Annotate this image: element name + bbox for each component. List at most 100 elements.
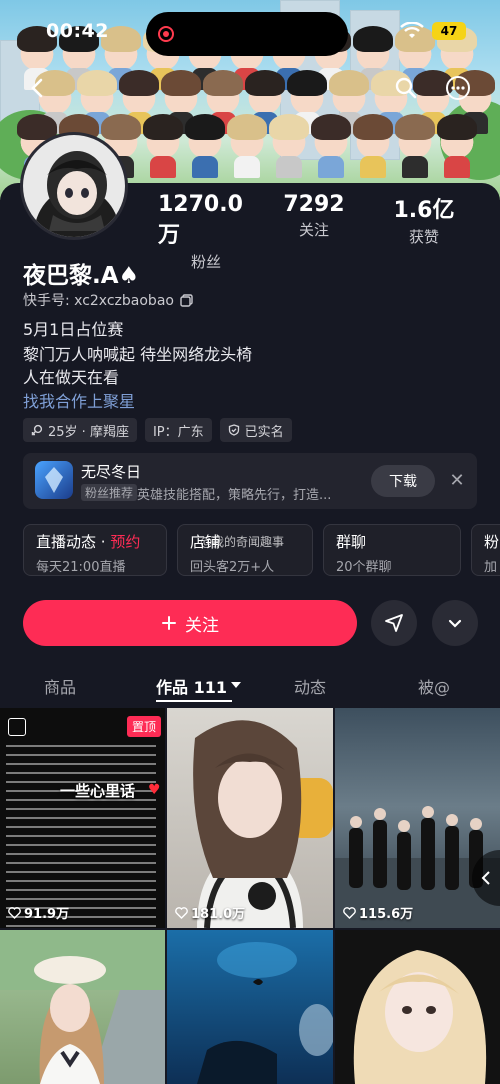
stat-likes[interactable]: 1.6亿 获赞 <box>384 192 464 247</box>
tag-label: 已实名 <box>244 424 284 440</box>
profile-tags: 25岁 · 摩羯座 IP：广东 已实名 <box>23 418 292 442</box>
blonde-portrait-image <box>353 950 487 1084</box>
cartoon-character <box>287 70 327 134</box>
card-title: 直播动态 · <box>36 533 111 551</box>
group-photo-image <box>335 806 500 928</box>
cartoon-character <box>329 70 369 134</box>
card-title: 群聊 <box>336 533 367 551</box>
heart-emoji-icon: ♥ <box>148 782 161 798</box>
cartoon-character <box>77 70 117 134</box>
stat-value: 1.6亿 <box>393 198 455 223</box>
record-icon <box>158 26 174 42</box>
tag-label: 25岁 · 摩羯座 <box>48 424 129 440</box>
heart-icon <box>8 906 21 919</box>
tab-mentions[interactable]: 被@ <box>418 674 450 698</box>
card-subtitle: 加 <box>484 560 498 575</box>
card-subtitle: 回头客2万+人 <box>190 560 275 575</box>
tab-moments[interactable]: 动态 <box>294 674 326 698</box>
copy-icon[interactable] <box>180 293 193 307</box>
more-dots-icon <box>446 76 470 100</box>
game-icon <box>35 461 73 499</box>
stat-value: 1270.0万 <box>158 192 243 248</box>
feature-cards: 直播动态 · 预约 每天21:00直播 店铺 回头客2万+人 群聊 20个群聊 … <box>23 524 500 576</box>
image-post-icon <box>8 718 26 736</box>
wifi-icon <box>400 22 424 38</box>
like-value: 181.0万 <box>191 907 246 922</box>
avatar[interactable] <box>20 132 128 240</box>
tab-products[interactable]: 商品 <box>44 674 76 698</box>
grid-item-3[interactable]: 115.6万 <box>335 708 500 928</box>
pinned-badge: 置顶 <box>126 716 161 737</box>
card-live[interactable]: 直播动态 · 预约 每天21:00直播 <box>23 524 167 576</box>
bio-line: 人在做天在看 <box>23 368 120 387</box>
like-count: 115.6万 <box>343 903 413 922</box>
stat-label: 获赞 <box>408 228 439 246</box>
message-button[interactable] <box>371 600 417 646</box>
profile-name: 夜巴黎.A♠ <box>23 263 140 289</box>
post-overlay-title: 一些心里话 <box>60 782 136 800</box>
portrait-image <box>193 720 333 928</box>
grid-item-2[interactable]: 181.0万 <box>167 708 333 928</box>
tab-indicator <box>156 700 232 702</box>
back-button[interactable] <box>20 70 56 106</box>
tag-label: IP：广东 <box>152 424 204 440</box>
user-id-text: 快手号: xc2xczbaobao <box>23 293 174 309</box>
content-tabs: 商品 作品 111 动态 被@ <box>0 670 500 702</box>
ad-banner[interactable]: 无尽冬日 粉丝推荐 英雄技能搭配，策略先行，打造... 下载 ✕ <box>23 453 477 509</box>
card-group-chat[interactable]: 群聊 20个群聊 <box>323 524 461 576</box>
user-id[interactable]: 快手号: xc2xczbaobao <box>23 290 193 310</box>
more-button[interactable] <box>440 70 476 106</box>
cartoon-character <box>227 114 267 178</box>
ad-description: 英雄技能搭配，策略先行，打造... <box>137 488 332 503</box>
grid-item-1[interactable]: 一些心里话 ♥ 置顶 91.9万 <box>0 708 165 928</box>
expand-button[interactable] <box>432 600 478 646</box>
chevron-left-icon <box>481 871 490 885</box>
like-count: 91.9万 <box>8 903 69 922</box>
like-count: 181.0万 <box>175 903 245 922</box>
shield-icon <box>228 424 239 436</box>
grid-item-6[interactable] <box>335 930 500 1084</box>
age-tag: 25岁 · 摩羯座 <box>23 418 137 442</box>
cartoon-character <box>311 114 351 178</box>
cartoon-character <box>269 114 309 178</box>
close-icon[interactable]: ✕ <box>445 469 469 493</box>
grid-item-4[interactable] <box>0 930 165 1084</box>
aquarium-image <box>197 942 333 1084</box>
cartoon-character <box>161 70 201 134</box>
follow-label: 关注 <box>185 615 219 636</box>
stat-followers[interactable]: 1270.0万 粉丝 <box>158 192 254 272</box>
outdoor-portrait-image <box>0 930 165 1084</box>
card-accent: 预约 <box>110 533 141 551</box>
cartoon-character <box>245 70 285 134</box>
ad-badge: 粉丝推荐 <box>81 484 138 501</box>
ad-title: 无尽冬日 <box>81 463 142 481</box>
card-shop[interactable]: 店铺 回头客2万+人 <box>177 524 313 576</box>
business-link[interactable]: 找我合作上聚星 <box>23 388 135 412</box>
stat-label: 粉丝 <box>190 253 221 271</box>
search-button[interactable] <box>388 70 424 106</box>
cartoon-character <box>185 114 225 178</box>
tab-label: 作品 111 <box>156 678 227 697</box>
chevron-down-icon <box>448 619 462 628</box>
follow-button[interactable]: 关注 <box>23 600 357 646</box>
plus-icon <box>162 616 176 630</box>
bio-line: 黎门万人呐喊起 待坐网络龙头椅 <box>23 345 253 364</box>
stat-following[interactable]: 7292 关注 <box>276 192 352 240</box>
cartoon-character <box>101 26 141 90</box>
dynamic-island <box>146 12 348 56</box>
chevron-left-icon <box>31 78 43 98</box>
cartoon-character <box>353 26 393 90</box>
card-fans[interactable]: 粉 加 <box>471 524 500 576</box>
search-icon <box>395 77 417 99</box>
cartoon-character <box>203 70 243 134</box>
cartoon-character <box>437 114 477 178</box>
download-button[interactable]: 下载 <box>371 465 435 497</box>
tab-works[interactable]: 作品 111 <box>156 674 241 698</box>
cartoon-character <box>395 114 435 178</box>
grid-item-5[interactable] <box>167 930 333 1084</box>
send-icon <box>385 614 403 632</box>
heart-icon <box>175 906 188 919</box>
caret-down-icon <box>230 682 241 688</box>
card-subtitle: 20个群聊 <box>336 560 392 575</box>
status-time: 00:42 <box>46 20 109 42</box>
